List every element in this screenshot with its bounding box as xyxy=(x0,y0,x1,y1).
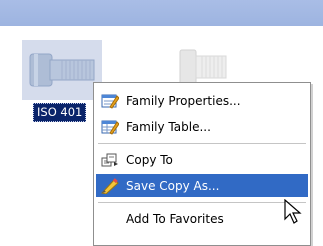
menu-separator xyxy=(98,143,306,144)
family-properties-icon xyxy=(99,89,121,112)
save-copy-as-icon xyxy=(99,174,121,197)
copy-to-icon xyxy=(99,148,121,171)
item-name-label[interactable]: ISO 401 xyxy=(33,103,87,122)
menu-item-add-to-favorites[interactable]: Add To Favorites xyxy=(96,207,308,230)
bolt-thumbnail-selected[interactable] xyxy=(22,40,102,100)
menu-item-label: Add To Favorites xyxy=(126,211,224,226)
menu-item-label: Save Copy As... xyxy=(126,178,220,193)
menu-item-copy-to[interactable]: Copy To xyxy=(96,148,308,171)
family-table-icon xyxy=(99,115,121,138)
bolt-icon xyxy=(29,53,95,87)
menu-item-family-properties[interactable]: Family Properties... xyxy=(96,89,308,112)
context-menu: Family Properties... Family Table... Cop… xyxy=(93,82,311,246)
menu-separator xyxy=(98,202,306,203)
menu-item-family-table[interactable]: Family Table... xyxy=(96,115,308,138)
mouse-pointer-icon xyxy=(284,199,302,224)
menu-item-label: Copy To xyxy=(126,152,173,167)
menu-item-save-copy-as[interactable]: Save Copy As... xyxy=(96,174,308,197)
menu-item-label: Family Table... xyxy=(126,119,211,134)
header-bar xyxy=(0,0,323,26)
menu-item-label: Family Properties... xyxy=(126,93,241,108)
